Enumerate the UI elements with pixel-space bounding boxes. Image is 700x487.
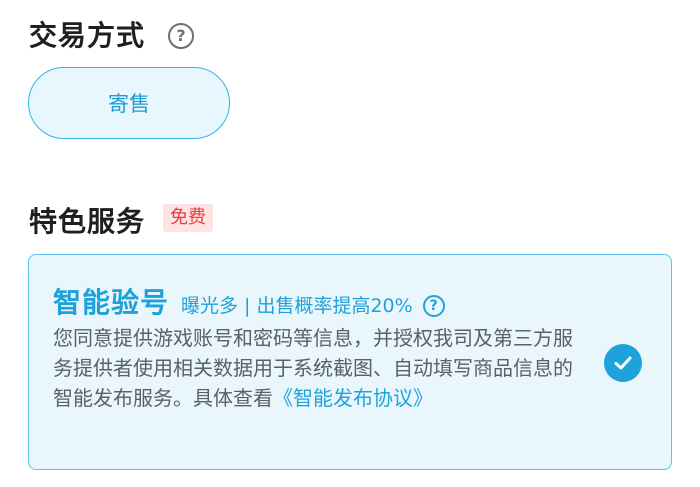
check-circle-icon[interactable] [604,344,642,382]
consignment-option-button[interactable]: 寄售 [28,67,230,139]
question-circle-icon[interactable]: ? [422,295,445,317]
tagline-exposure: 曝光多 [181,295,239,317]
free-badge: 免费 [163,204,213,232]
agreement-link[interactable]: 《智能发布协议》 [273,386,433,410]
card-description: 您同意提供游戏账号和密码等信息，并授权我司及第三方服务提供者使用相关数据用于系统… [53,323,583,413]
smart-verify-card[interactable]: 智能验号 曝光多 | 出售概率提高20% ? 您同意提供游戏账号和密码等信息，并授权… [28,254,672,470]
trade-method-title: 交易方式 [29,19,146,52]
card-tagline: 曝光多 | 出售概率提高20% [181,291,413,318]
tagline-separator: | [244,295,251,317]
special-service-title: 特色服务 [29,205,146,238]
question-circle-icon[interactable]: ? [168,23,194,49]
card-title: 智能验号 [53,286,170,319]
consignment-option-label: 寄售 [108,92,150,116]
tagline-probability: 出售概率提高20% [256,295,413,317]
card-header: 智能验号 曝光多 | 出售概率提高20% ? [53,281,445,321]
checkmark-icon [614,356,632,370]
